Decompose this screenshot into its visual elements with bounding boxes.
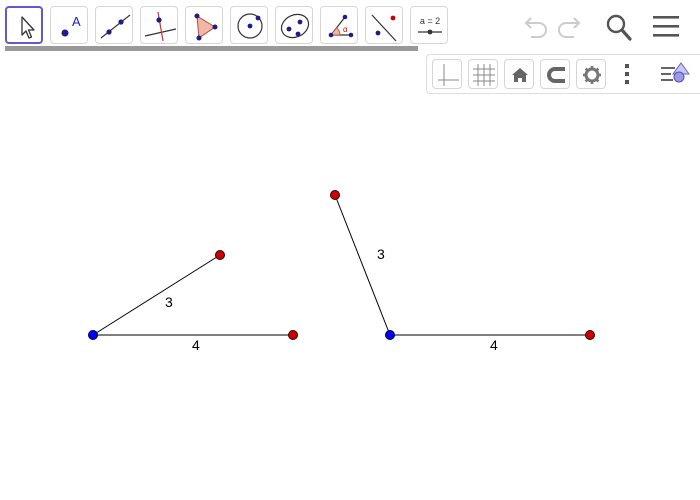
search-button[interactable] bbox=[601, 10, 635, 44]
undo-icon bbox=[524, 17, 547, 38]
angle-tool-button[interactable]: α bbox=[320, 6, 358, 44]
circle-center-point-icon bbox=[237, 13, 263, 39]
line-through-points-icon bbox=[100, 14, 131, 39]
toolbar-scroll-bar bbox=[5, 46, 418, 51]
menu-button[interactable] bbox=[649, 10, 683, 44]
more-options-button[interactable] bbox=[616, 59, 638, 89]
redo-icon bbox=[558, 17, 581, 38]
undo-button[interactable] bbox=[517, 10, 551, 44]
angle-icon: α bbox=[328, 14, 354, 38]
grid-toggle-button[interactable] bbox=[468, 59, 498, 89]
axes-toggle-button[interactable] bbox=[432, 59, 462, 89]
segment-label-left-horizontal: 4 bbox=[192, 337, 200, 353]
segment-label-left-slanted: 3 bbox=[165, 294, 173, 310]
graphics-style-bar bbox=[426, 54, 700, 94]
toggle-style-bar-button[interactable] bbox=[659, 59, 693, 89]
home-icon bbox=[512, 68, 528, 82]
conic-tool-button[interactable] bbox=[275, 6, 313, 44]
magnet-icon bbox=[547, 67, 565, 83]
slider-tool-label: a = 2 bbox=[420, 16, 440, 26]
circle-tool-button[interactable] bbox=[230, 6, 268, 44]
toolbar: A α a = 2 bbox=[0, 0, 700, 50]
reflect-about-line-icon bbox=[371, 14, 397, 42]
polygon-tool-button[interactable] bbox=[185, 6, 223, 44]
slider-tool-button[interactable]: a = 2 bbox=[410, 6, 448, 44]
angle-tool-letter: α bbox=[343, 25, 348, 34]
point-icon: A bbox=[61, 14, 81, 37]
segment-label-right-horizontal: 4 bbox=[490, 337, 498, 353]
line-tool-button[interactable] bbox=[95, 6, 133, 44]
graphics-settings-button[interactable] bbox=[576, 59, 606, 89]
point-right-right[interactable] bbox=[585, 330, 595, 340]
point-left-vertex[interactable] bbox=[88, 330, 98, 340]
style-bar-icon bbox=[661, 62, 690, 83]
perpendicular-tool-button[interactable] bbox=[140, 6, 178, 44]
polygon-icon bbox=[194, 13, 218, 41]
point-right-top[interactable] bbox=[330, 190, 340, 200]
gear-icon bbox=[583, 66, 601, 84]
point-left-top[interactable] bbox=[215, 250, 225, 260]
segment-label-right-slanted: 3 bbox=[377, 246, 385, 262]
point-left-right[interactable] bbox=[288, 330, 298, 340]
segment-right-slanted[interactable] bbox=[334, 194, 391, 336]
slider-icon: a = 2 bbox=[418, 16, 442, 35]
standard-view-button[interactable] bbox=[504, 59, 534, 89]
segment-left-slanted[interactable] bbox=[92, 254, 221, 336]
vertical-dots-icon bbox=[625, 64, 629, 84]
point-capturing-button[interactable] bbox=[540, 59, 570, 89]
redo-button[interactable] bbox=[554, 10, 588, 44]
ellipse-icon bbox=[280, 13, 310, 39]
search-icon bbox=[606, 14, 632, 41]
reflect-tool-button[interactable] bbox=[365, 6, 403, 44]
hamburger-menu-icon bbox=[653, 16, 679, 37]
cursor-arrow-icon bbox=[21, 16, 35, 39]
grid-icon bbox=[473, 64, 495, 86]
move-tool-button[interactable] bbox=[5, 6, 43, 44]
point-tool-letter: A bbox=[72, 14, 81, 29]
point-right-vertex[interactable] bbox=[385, 330, 395, 340]
point-tool-button[interactable]: A bbox=[50, 6, 88, 44]
perpendicular-line-icon bbox=[144, 11, 177, 42]
axes-icon bbox=[438, 64, 459, 86]
